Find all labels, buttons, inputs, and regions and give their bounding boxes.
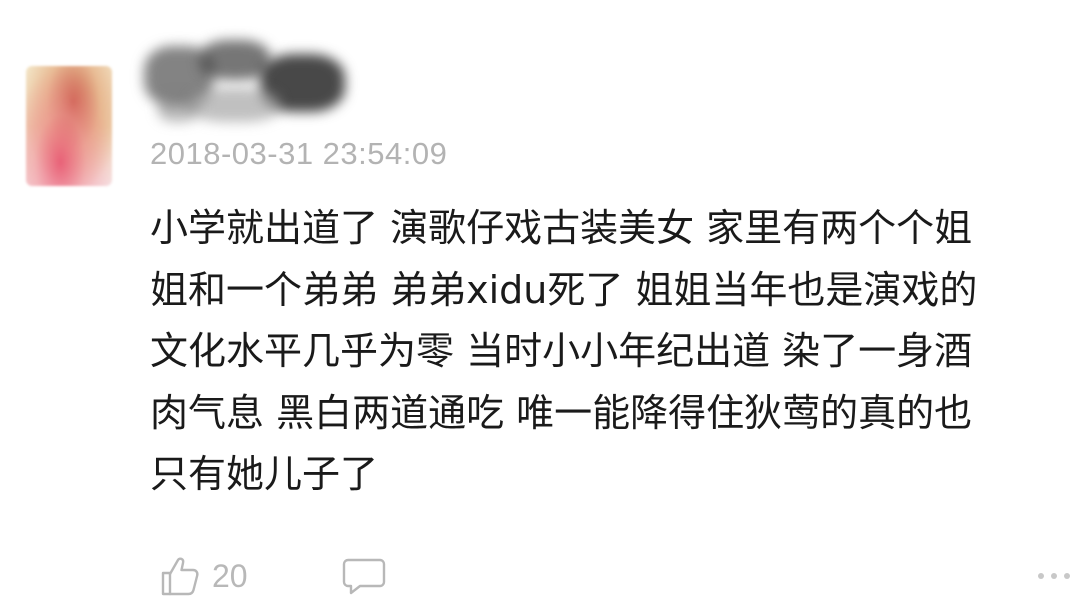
comment-text-line: 肉气息 黑白两道通吃 唯一能降得住狄莺的真的也 [150,390,973,435]
comment-text-line: 文化水平几乎为零 当时小小年纪出道 染了一身酒 [150,329,973,373]
like-button[interactable]: 20 [160,548,248,604]
like-count: 20 [212,557,248,594]
comment-text-line: 姐和一个弟弟 弟弟xidu死了 姐姐当年也是演戏的 [150,267,978,312]
comment-text-line: 只有她儿子了 [150,452,379,496]
avatar[interactable] [26,66,112,186]
username-redacted [140,36,350,128]
reply-button[interactable] [342,556,386,596]
comment-item: 2018-03-31 23:54:09 小学就出道了 演歌仔戏古装美女 家里有两… [0,0,1080,606]
comment-text-line: 小学就出道了 演歌仔戏古装美女 家里有两个个姐 [150,206,973,250]
comment-timestamp: 2018-03-31 23:54:09 [150,136,448,171]
thumbs-up-icon [160,555,200,597]
more-options-button[interactable] [1034,566,1074,586]
comment-text: 小学就出道了 演歌仔戏古装美女 家里有两个个姐 姐和一个弟弟 弟弟xidu死了 … [150,198,1065,506]
speech-bubble-icon [342,556,386,596]
